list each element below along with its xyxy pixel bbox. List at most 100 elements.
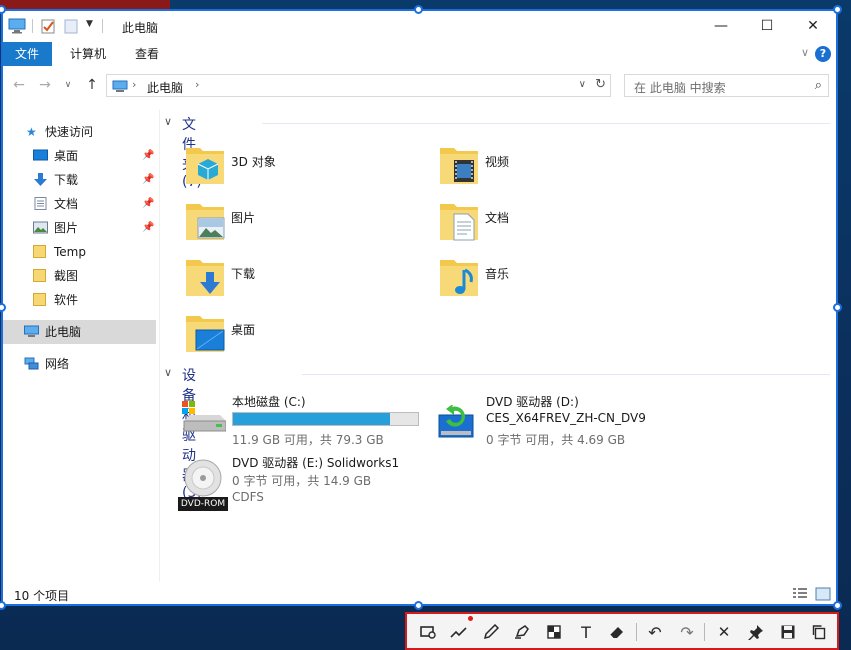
sidebar-item-downloads[interactable]: 下载 📌 [2, 168, 156, 192]
title-bar: ▼ 此电脑 — ☐ ✕ [2, 10, 837, 42]
help-icon[interactable]: ? [815, 46, 831, 62]
cancel-icon[interactable]: ✕ [713, 621, 735, 643]
collapse-chevron-icon[interactable]: ∨ [164, 115, 172, 128]
drive-d[interactable]: DVD 驱动器 (D:) CES_X64FREV_ZH-CN_DV9 0 字节 … [436, 393, 696, 453]
pin-icon[interactable] [745, 621, 767, 643]
folder-icon [33, 293, 46, 306]
sidebar-item-label: 截图 [54, 269, 79, 283]
group-divider [302, 374, 830, 375]
pin-icon[interactable]: 📌 [142, 216, 154, 240]
refresh-icon[interactable]: ↻ [595, 77, 606, 92]
folder-3d-objects[interactable]: 3D 对象 [186, 144, 426, 192]
folder-documents[interactable]: 文档 [440, 200, 680, 248]
resize-handle[interactable] [414, 601, 423, 610]
search-input[interactable]: 在 此电脑 中搜索 ⌕ [624, 74, 829, 97]
sidebar-item-label: 图片 [54, 221, 79, 235]
picture-icon [33, 221, 48, 234]
title-separator [102, 19, 103, 33]
resize-handle[interactable] [833, 303, 842, 312]
folder-music[interactable]: 音乐 [440, 256, 680, 304]
sidebar-item-quick-access[interactable]: ★ 快速访问 [2, 120, 156, 144]
pane-divider[interactable] [159, 110, 160, 582]
music-folder-icon [440, 260, 478, 296]
marker-tool-icon[interactable] [511, 621, 533, 643]
line-tool-icon[interactable] [448, 621, 470, 643]
drive-c[interactable]: 本地磁盘 (C:) 11.9 GB 可用，共 79.3 GB [182, 393, 422, 447]
copy-icon[interactable] [808, 621, 830, 643]
large-icons-view-icon[interactable] [815, 587, 831, 601]
breadcrumb-this-pc[interactable]: 此电脑 [147, 79, 183, 96]
star-icon: ★ [26, 125, 37, 139]
new-folder-icon[interactable] [64, 18, 78, 34]
resize-handle[interactable] [414, 5, 423, 14]
drive-space-detail: 0 字节 可用，共 4.69 GB [486, 433, 626, 447]
group-divider [262, 123, 830, 124]
drive-e[interactable]: DVD-ROM DVD 驱动器 (E:) Solidworks1 0 字节 可用… [178, 454, 438, 514]
drive-space-detail: 0 字节 可用，共 14.9 GB [232, 474, 372, 488]
redo-icon[interactable]: ↷ [676, 621, 698, 643]
dvd-drive-install-icon [438, 405, 474, 438]
recent-locations-icon[interactable]: ∨ [58, 75, 78, 95]
address-bar[interactable]: › 此电脑 › ∨ ↻ [106, 74, 611, 97]
quick-access-toolbar-dropdown-icon[interactable]: ▼ [86, 19, 93, 29]
tab-file[interactable]: 文件 [2, 42, 52, 66]
breadcrumb-separator-icon[interactable]: › [132, 78, 136, 91]
drive-name: DVD 驱动器 (E:) Solidworks1 [232, 456, 400, 470]
pin-icon[interactable]: 📌 [142, 192, 154, 216]
properties-icon[interactable] [40, 18, 56, 34]
pencil-tool-icon[interactable] [480, 621, 502, 643]
undo-icon[interactable]: ↶ [644, 621, 666, 643]
sidebar-item-screenshots[interactable]: 截图 [2, 264, 156, 288]
resize-handle[interactable] [0, 601, 6, 610]
rectangle-tool-icon[interactable] [417, 621, 439, 643]
sidebar-item-documents[interactable]: 文档 📌 [2, 192, 156, 216]
this-pc-icon [24, 325, 39, 337]
sidebar-item-label: 软件 [54, 293, 79, 307]
folder-label: 视频 [485, 155, 510, 169]
details-view-icon[interactable] [792, 587, 808, 601]
close-button[interactable]: ✕ [790, 10, 836, 42]
tab-computer[interactable]: 计算机 [58, 42, 118, 66]
sidebar-item-label: 桌面 [54, 149, 79, 163]
address-dropdown-icon[interactable]: ∨ [579, 79, 586, 90]
documents-folder-icon [440, 204, 478, 241]
sidebar-item-network[interactable]: 网络 [2, 352, 156, 376]
sidebar-item-software[interactable]: 软件 [2, 288, 156, 312]
back-icon[interactable]: ← [9, 75, 29, 95]
folder-videos[interactable]: 视频 [440, 144, 680, 192]
pin-icon[interactable]: 📌 [142, 144, 154, 168]
forward-icon[interactable]: → [35, 75, 55, 95]
navigation-pane: ★ 快速访问 桌面 📌 下载 📌 文档 📌 图片 📌 Temp 截图 软件 此电… [2, 110, 158, 582]
download-arrow-icon [34, 173, 47, 186]
3d-objects-folder-icon [186, 148, 224, 184]
collapse-chevron-icon[interactable]: ∨ [164, 366, 172, 379]
toolbar-separator [636, 623, 637, 641]
resize-handle[interactable] [833, 5, 842, 14]
sidebar-item-label: 此电脑 [45, 325, 82, 339]
folder-pictures[interactable]: 图片 [186, 200, 426, 248]
up-icon[interactable]: ↑ [82, 75, 102, 95]
breadcrumb-separator-icon[interactable]: › [195, 78, 199, 91]
expand-ribbon-icon[interactable]: ∨ [801, 46, 809, 59]
sidebar-item-temp[interactable]: Temp [2, 240, 156, 264]
pin-icon[interactable]: 📌 [142, 168, 154, 192]
sidebar-item-pictures[interactable]: 图片 📌 [2, 216, 156, 240]
folder-desktop[interactable]: 桌面 [186, 312, 426, 360]
minimize-button[interactable]: — [698, 10, 744, 42]
eraser-tool-icon[interactable] [606, 621, 628, 643]
sidebar-item-this-pc[interactable]: 此电脑 [2, 320, 156, 344]
network-icon [24, 357, 39, 370]
resize-handle[interactable] [833, 601, 842, 610]
maximize-button[interactable]: ☐ [744, 10, 790, 42]
drive-volume-label: CES_X64FREV_ZH-CN_DV9 [486, 411, 646, 425]
text-tool-icon[interactable]: T [575, 621, 597, 643]
drive-name: DVD 驱动器 (D:) [486, 395, 579, 409]
folder-label: 图片 [231, 211, 256, 225]
folder-downloads[interactable]: 下载 [186, 256, 426, 304]
search-icon[interactable]: ⌕ [815, 78, 822, 93]
save-icon[interactable] [777, 621, 799, 643]
sidebar-item-desktop[interactable]: 桌面 📌 [2, 144, 156, 168]
mosaic-tool-icon[interactable] [543, 621, 565, 643]
drive-usage-bar [232, 412, 419, 426]
tab-view[interactable]: 查看 [123, 42, 171, 66]
